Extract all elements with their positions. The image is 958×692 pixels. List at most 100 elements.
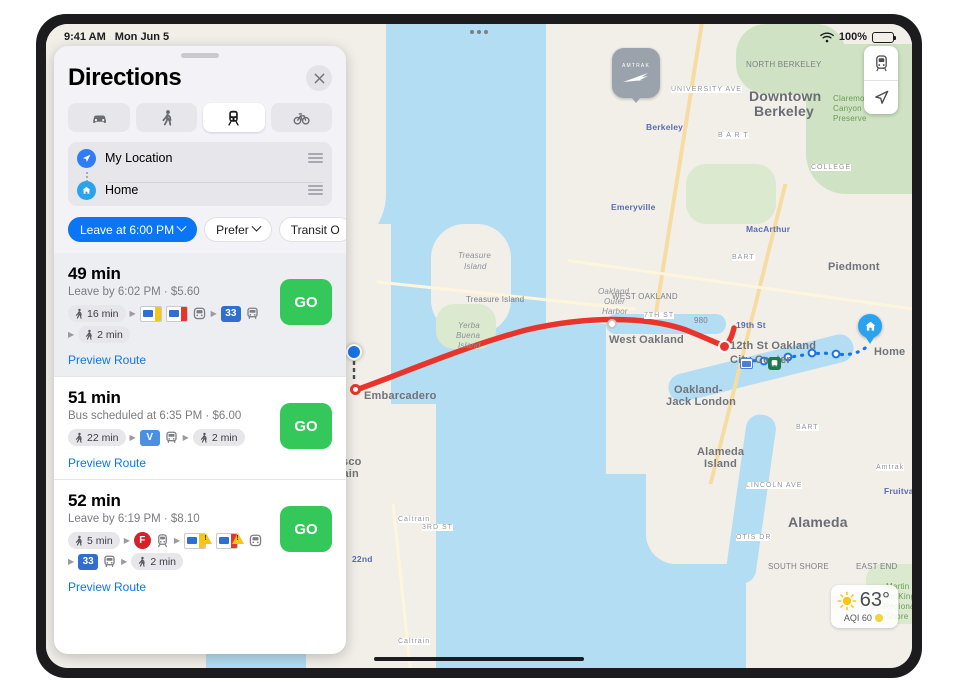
bus-icon <box>166 431 177 443</box>
go-button[interactable]: GO <box>280 403 332 449</box>
map-label: 19th St <box>736 320 766 330</box>
transit-line-badge: 33 <box>78 553 99 570</box>
leg-bus-icon <box>245 306 260 321</box>
transit-toggle-button[interactable] <box>864 46 898 80</box>
map-label: Caltrain <box>398 516 431 523</box>
preview-route-link[interactable]: Preview Route <box>68 353 332 367</box>
filter-chip-2[interactable]: Transit O <box>278 217 346 242</box>
walk-icon <box>75 432 82 443</box>
route-legs: 22 min ▶ V ▶ 2 min <box>68 429 264 446</box>
route-legs: 16 min ▶ ▶ 33 ▶ 2 min <box>68 305 264 343</box>
map-label: Harbor <box>602 307 628 316</box>
mode-tab-cycle[interactable] <box>270 103 332 132</box>
route-option-card[interactable]: 52 minLeave by 6:19 PM · $8.105 min▶F▶▶3… <box>54 479 346 603</box>
map-label: Berkeley <box>754 103 814 119</box>
battery-icon <box>872 31 896 43</box>
weather-widget[interactable]: 63° AQI 60 <box>830 585 898 628</box>
go-button[interactable]: GO <box>280 506 332 552</box>
status-date: Mon Jun 5 <box>114 31 170 43</box>
status-bar: 9:41 AM Mon Jun 5 100% <box>46 24 912 50</box>
go-button[interactable]: GO <box>280 279 332 325</box>
origin-label: My Location <box>105 151 173 165</box>
endpoint-origin[interactable]: My Location <box>68 142 332 174</box>
location-arrow-icon <box>77 148 96 168</box>
route-endpoints: My Location Home <box>68 142 332 206</box>
leg-tram-icon <box>155 533 170 548</box>
bart-ticket-badge <box>216 532 244 549</box>
locate-me-button[interactable] <box>864 80 898 114</box>
multitask-menu-button[interactable] <box>470 30 488 34</box>
map-label: 3RD ST <box>422 524 453 531</box>
preview-route-link[interactable]: Preview Route <box>68 456 332 470</box>
amtrak-pin[interactable]: AMTRAK <box>612 48 660 98</box>
map-label: Canyon <box>833 104 862 113</box>
route-start-dot <box>350 384 361 395</box>
navigation-arrow-icon <box>874 90 888 104</box>
mode-tab-transit[interactable] <box>203 103 265 132</box>
home-pin[interactable] <box>858 314 882 338</box>
bart-ticket-badge <box>184 532 212 549</box>
aqi-label: AQI 60 <box>843 613 872 623</box>
chevron-down-icon <box>176 221 187 232</box>
map-label: 12th St Oakland <box>730 340 817 352</box>
leg-duration: 16 min <box>87 307 119 320</box>
map-label: COLLEGE <box>811 164 852 171</box>
walk-icon <box>75 535 82 546</box>
filter-chip-0[interactable]: Leave at 6:00 PM <box>68 217 198 242</box>
leg-arrow-icon: ▶ <box>182 433 189 442</box>
bart-station-badge[interactable] <box>740 358 753 369</box>
route-options-list[interactable]: 49 min Leave by 6:02 PM · $5.60 16 min ▶ ▶ 33… <box>54 253 346 654</box>
leg-arrow-icon: ▶ <box>123 536 130 545</box>
map-label: Emeryville <box>611 202 656 212</box>
home-indicator[interactable] <box>374 657 584 661</box>
preview-route-link[interactable]: Preview Route <box>68 580 332 594</box>
temperature-value: 63° <box>859 589 890 611</box>
bus-stop-badge[interactable] <box>768 357 781 370</box>
mode-tab-walk[interactable] <box>135 103 197 132</box>
map-label: BART <box>796 424 819 431</box>
route-connector-dots <box>86 172 88 182</box>
leg-duration: 2 min <box>211 431 238 444</box>
leg-walk-pill: 22 min <box>68 429 126 446</box>
transport-mode-tabs[interactable] <box>68 103 332 132</box>
map-label: LINCOLN AVE <box>746 482 803 489</box>
origin-reorder-handle[interactable] <box>308 153 323 163</box>
home-icon <box>77 180 96 200</box>
walk-icon <box>139 556 146 567</box>
filter-chips[interactable]: Leave at 6:00 PM Prefer Transit O <box>68 217 346 242</box>
alert-warning-icon <box>232 532 244 544</box>
route-legs: 5 min▶F▶▶33▶2 min <box>68 532 264 570</box>
amtrak-logo-icon <box>623 72 648 82</box>
leg-walk-pill: 16 min <box>68 305 126 322</box>
route-option-card[interactable]: 49 min Leave by 6:02 PM · $5.60 16 min ▶ ▶ 33… <box>54 253 346 376</box>
map-label: 7TH ST <box>644 312 675 319</box>
endpoint-destination[interactable]: Home <box>68 174 332 206</box>
filter-chip-1[interactable]: Prefer <box>204 217 272 242</box>
status-time: 9:41 AM <box>64 31 106 43</box>
leg-arrow-icon: ▶ <box>129 433 136 442</box>
leg-metro-icon <box>248 533 263 548</box>
map-label: Island <box>464 262 487 271</box>
map-label: West Oakland <box>609 334 684 346</box>
directions-panel: Directions My Location Home Leave at 6:0… <box>54 46 346 654</box>
map-label: Embarcadero <box>364 390 437 402</box>
map-label: Island <box>458 341 481 350</box>
panel-header: Directions <box>54 58 346 92</box>
leg-arrow-icon: ▶ <box>210 309 217 318</box>
metro-icon <box>249 534 262 547</box>
leg-arrow-icon: ▶ <box>129 309 136 318</box>
leg-arrow-icon: ▶ <box>121 557 128 566</box>
map-controls[interactable] <box>864 46 898 114</box>
map-label: BART <box>732 254 755 261</box>
map-label: Home <box>874 346 906 358</box>
map-label: Oakland- <box>674 384 723 396</box>
close-button[interactable] <box>306 65 332 91</box>
chevron-down-icon <box>251 221 262 232</box>
map-label: B A R T <box>718 132 749 139</box>
map-label: Jack London <box>666 396 737 408</box>
transit-line-badge: 33 <box>220 305 241 322</box>
route-option-card[interactable]: 51 min Bus scheduled at 6:35 PM · $6.00 22… <box>54 376 346 479</box>
walk-icon <box>162 110 172 126</box>
destination-reorder-handle[interactable] <box>308 185 323 195</box>
mode-tab-drive[interactable] <box>68 103 130 132</box>
